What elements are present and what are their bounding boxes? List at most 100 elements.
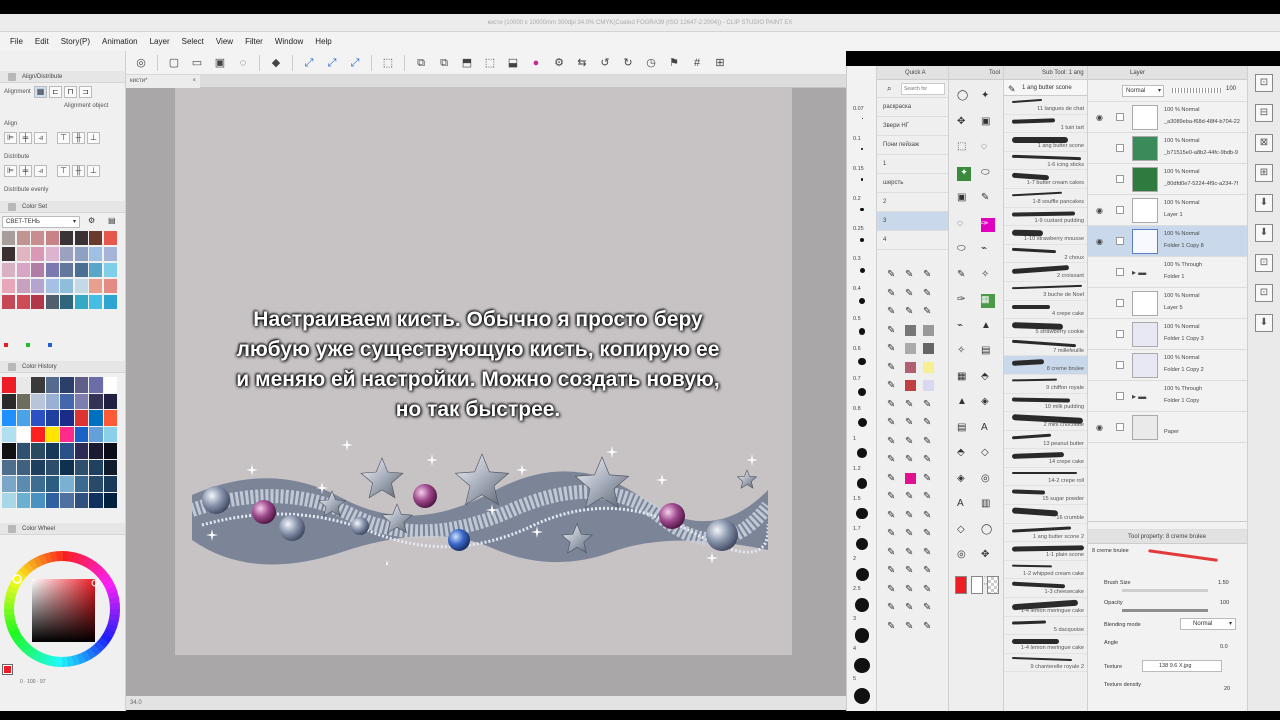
color-history-swatch[interactable] bbox=[31, 443, 45, 459]
color-history-swatch[interactable] bbox=[60, 476, 74, 492]
align-mode-button[interactable]: ▦ bbox=[34, 86, 47, 98]
opacity-slider-fill[interactable] bbox=[1122, 609, 1208, 612]
brush-size-dot[interactable] bbox=[854, 658, 870, 674]
color-set-swatch[interactable] bbox=[45, 231, 59, 245]
quick-access-item[interactable]: Пони пейзаж bbox=[877, 136, 948, 155]
color-history-swatch[interactable] bbox=[2, 459, 16, 475]
quick-color-swatch[interactable] bbox=[923, 380, 934, 391]
brush-item[interactable]: 2 mini chocolate bbox=[1004, 412, 1087, 431]
quick-pen-icon[interactable]: ✎ bbox=[905, 621, 913, 632]
brush-item[interactable]: 1 tuiri tart bbox=[1004, 115, 1087, 134]
quick-pen-icon[interactable]: ✎ bbox=[905, 602, 913, 613]
color-history-swatch[interactable] bbox=[103, 393, 117, 409]
quick-pen-icon[interactable]: ✎ bbox=[887, 565, 895, 576]
panel-icon-4[interactable]: ⊞ bbox=[1255, 164, 1273, 182]
color-set-swatch[interactable] bbox=[45, 295, 59, 309]
color-history-swatch[interactable] bbox=[16, 377, 30, 393]
color-history-swatch[interactable] bbox=[60, 492, 74, 508]
layer-row[interactable]: ◉ 100 % Normal _a3089eba-f68d-48f4-b704-22 bbox=[1088, 102, 1247, 133]
brush-item[interactable]: 14 crepe cake bbox=[1004, 449, 1087, 468]
quick-color-swatch[interactable] bbox=[905, 380, 916, 391]
color-history-swatch[interactable] bbox=[74, 476, 88, 492]
brush-item[interactable]: 1-9 custard pudding bbox=[1004, 208, 1087, 227]
quick-pen-icon[interactable]: ✎ bbox=[905, 454, 913, 465]
brush-size-slider[interactable] bbox=[1122, 589, 1208, 592]
color-history-swatch[interactable] bbox=[16, 410, 30, 426]
undo-icon[interactable]: ◌ bbox=[236, 56, 250, 70]
color-set-swatch[interactable] bbox=[31, 231, 44, 245]
tool-icon[interactable]: ⬘ bbox=[981, 371, 989, 382]
quick-pen-icon[interactable]: ✎ bbox=[887, 584, 895, 595]
layer-checkbox[interactable] bbox=[1116, 423, 1124, 431]
tool-icon[interactable]: ◎ bbox=[981, 473, 990, 484]
layer-row[interactable]: ◉ 100 % Normal Folder 1 Copy 8 bbox=[1088, 226, 1247, 257]
quick-color-swatch[interactable] bbox=[923, 343, 934, 354]
color-history-swatch[interactable] bbox=[60, 459, 74, 475]
brush-item[interactable]: 2 croissant bbox=[1004, 263, 1087, 282]
eye-icon[interactable]: ◉ bbox=[1096, 113, 1103, 122]
color-history-swatch[interactable] bbox=[2, 476, 16, 492]
brush-item[interactable]: 1-4 lemon meringue cake bbox=[1004, 635, 1087, 654]
hue-ring-segment[interactable] bbox=[109, 602, 120, 611]
quick-pen-icon[interactable]: ✎ bbox=[887, 454, 895, 465]
brush-size-dot[interactable] bbox=[857, 418, 867, 427]
color-set-swatch[interactable] bbox=[31, 263, 44, 277]
tool-icon[interactable]: ✧ bbox=[957, 345, 965, 356]
color-history-swatch[interactable] bbox=[89, 443, 103, 459]
color-set-swatch[interactable] bbox=[89, 295, 102, 309]
blend-mode-dropdown[interactable]: Normal ▾ bbox=[1122, 85, 1164, 97]
tool-icon[interactable]: ✎ bbox=[957, 269, 965, 280]
color-history-swatch[interactable] bbox=[16, 426, 30, 442]
quick-color-swatch[interactable] bbox=[923, 324, 934, 336]
color-set-swatch[interactable] bbox=[89, 231, 102, 245]
color-history-swatch[interactable] bbox=[103, 410, 117, 426]
align-h-center-button[interactable]: ╪ bbox=[19, 132, 32, 144]
layer-row[interactable]: ◉ Paper bbox=[1088, 412, 1247, 443]
brush-item[interactable]: 10 milk pudding bbox=[1004, 394, 1087, 413]
quick-pen-icon[interactable]: ✎ bbox=[905, 491, 913, 502]
pen-settings-icon[interactable]: ⤢ bbox=[302, 56, 316, 70]
settings-icon[interactable]: ⚙ bbox=[552, 56, 566, 70]
color-history-swatch[interactable] bbox=[89, 459, 103, 475]
hue-ring-segment[interactable] bbox=[55, 551, 64, 562]
color-set-swatch[interactable] bbox=[45, 279, 59, 293]
sub-color-chip[interactable] bbox=[971, 576, 983, 594]
new-file-icon[interactable]: ▢ bbox=[167, 56, 181, 70]
quick-pen-icon[interactable]: ✎ bbox=[887, 436, 895, 447]
color-history-swatch[interactable] bbox=[31, 410, 45, 426]
menu-edit[interactable]: Edit bbox=[31, 37, 57, 46]
color-history-swatch[interactable] bbox=[45, 476, 59, 492]
color-set-swatch[interactable] bbox=[103, 295, 117, 309]
tool-icon[interactable]: ▤ bbox=[957, 422, 966, 433]
color-history-swatch[interactable] bbox=[2, 393, 16, 409]
crop-icon[interactable]: ⬒ bbox=[460, 56, 474, 70]
eye-icon[interactable]: ◉ bbox=[1096, 237, 1103, 246]
menu-file[interactable]: File bbox=[6, 37, 31, 46]
opacity-value[interactable]: 100 bbox=[1220, 600, 1229, 606]
color-set-swatch[interactable] bbox=[60, 279, 73, 293]
brush-item[interactable]: 14-2 crepe roll bbox=[1004, 468, 1087, 487]
main-color-swatch[interactable] bbox=[2, 664, 13, 675]
rotate-left-icon[interactable]: ↺ bbox=[598, 56, 612, 70]
quick-access-item[interactable]: 1 bbox=[877, 155, 948, 174]
quick-pen-icon[interactable]: ✎ bbox=[923, 306, 931, 317]
color-history-swatch[interactable] bbox=[45, 426, 59, 442]
color-history-swatch[interactable] bbox=[103, 476, 117, 492]
tool-icon[interactable]: ◯ bbox=[957, 90, 968, 101]
tool-icon[interactable]: A bbox=[981, 422, 988, 433]
color-history-swatch[interactable] bbox=[103, 426, 117, 442]
panel-icon-8[interactable]: ⊡ bbox=[1255, 284, 1273, 302]
tool-icon[interactable]: ◈ bbox=[957, 473, 965, 484]
brush-size-dot[interactable] bbox=[860, 178, 864, 181]
tool-icon[interactable]: ✥ bbox=[957, 116, 965, 127]
brush-item[interactable]: 7 millefeuille bbox=[1004, 338, 1087, 357]
color-history-swatch[interactable] bbox=[74, 410, 88, 426]
quick-pen-icon[interactable]: ✎ bbox=[923, 547, 931, 558]
color-set-swatch[interactable] bbox=[103, 247, 117, 261]
brush-item[interactable]: 8 creme brulee bbox=[1004, 356, 1087, 375]
main-color-chip[interactable] bbox=[955, 576, 967, 594]
color-set-swatch[interactable] bbox=[74, 279, 88, 293]
quick-pen-icon[interactable]: ✎ bbox=[887, 269, 895, 280]
menu-animation[interactable]: Animation bbox=[98, 37, 146, 46]
layer-checkbox[interactable] bbox=[1116, 299, 1124, 307]
